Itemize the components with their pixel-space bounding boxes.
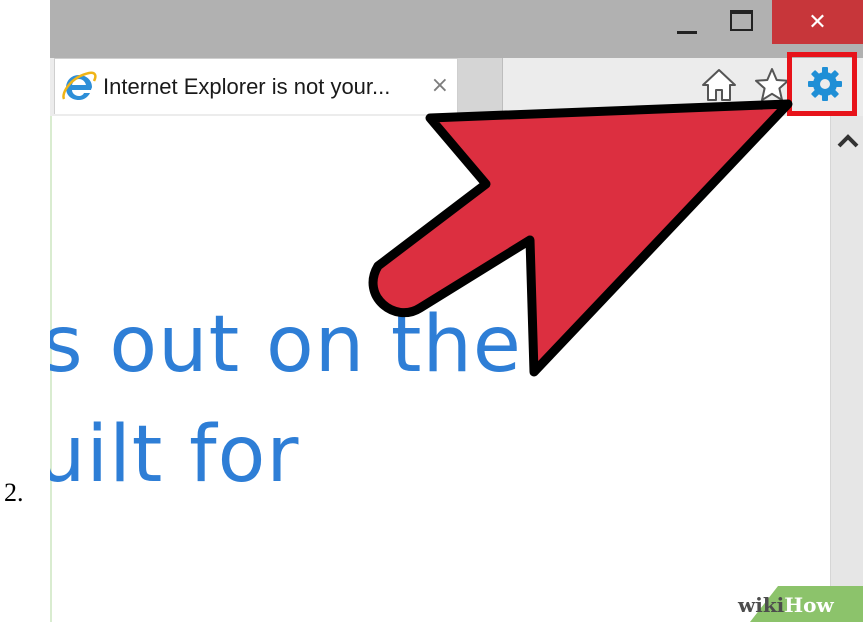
tab-title: Internet Explorer is not your... xyxy=(103,73,391,99)
watermark-suffix: How xyxy=(784,593,834,617)
watermark-prefix: wiki xyxy=(738,593,785,617)
browser-tab[interactable]: Internet Explorer is not your... × xyxy=(54,58,458,114)
minimize-icon xyxy=(677,30,697,34)
maximize-button[interactable] xyxy=(718,0,764,44)
home-icon[interactable] xyxy=(700,66,738,104)
hero-text-line-1: s out on the xyxy=(50,300,522,390)
star-icon[interactable] xyxy=(753,66,791,104)
minimize-button[interactable] xyxy=(664,0,710,44)
step-number: 2. xyxy=(4,478,24,507)
chevron-up-icon[interactable] xyxy=(837,132,859,150)
tab-close-icon[interactable]: × xyxy=(431,73,449,98)
close-button[interactable]: ✕ xyxy=(772,0,863,44)
settings-highlight-box xyxy=(787,52,857,116)
browser-screenshot: ✕ Internet Explorer is not your... × s o… xyxy=(50,0,863,622)
page-content: s out on the uilt for xyxy=(50,116,832,622)
maximize-icon xyxy=(729,9,753,31)
hero-text-line-2: uilt for xyxy=(50,410,300,500)
ie-logo-icon xyxy=(62,71,97,100)
vertical-scrollbar[interactable] xyxy=(830,116,863,622)
title-bar: ✕ xyxy=(50,0,863,58)
new-tab-button[interactable] xyxy=(458,58,503,114)
close-icon: ✕ xyxy=(808,9,827,35)
wikihow-watermark: wikiHow xyxy=(738,593,834,617)
